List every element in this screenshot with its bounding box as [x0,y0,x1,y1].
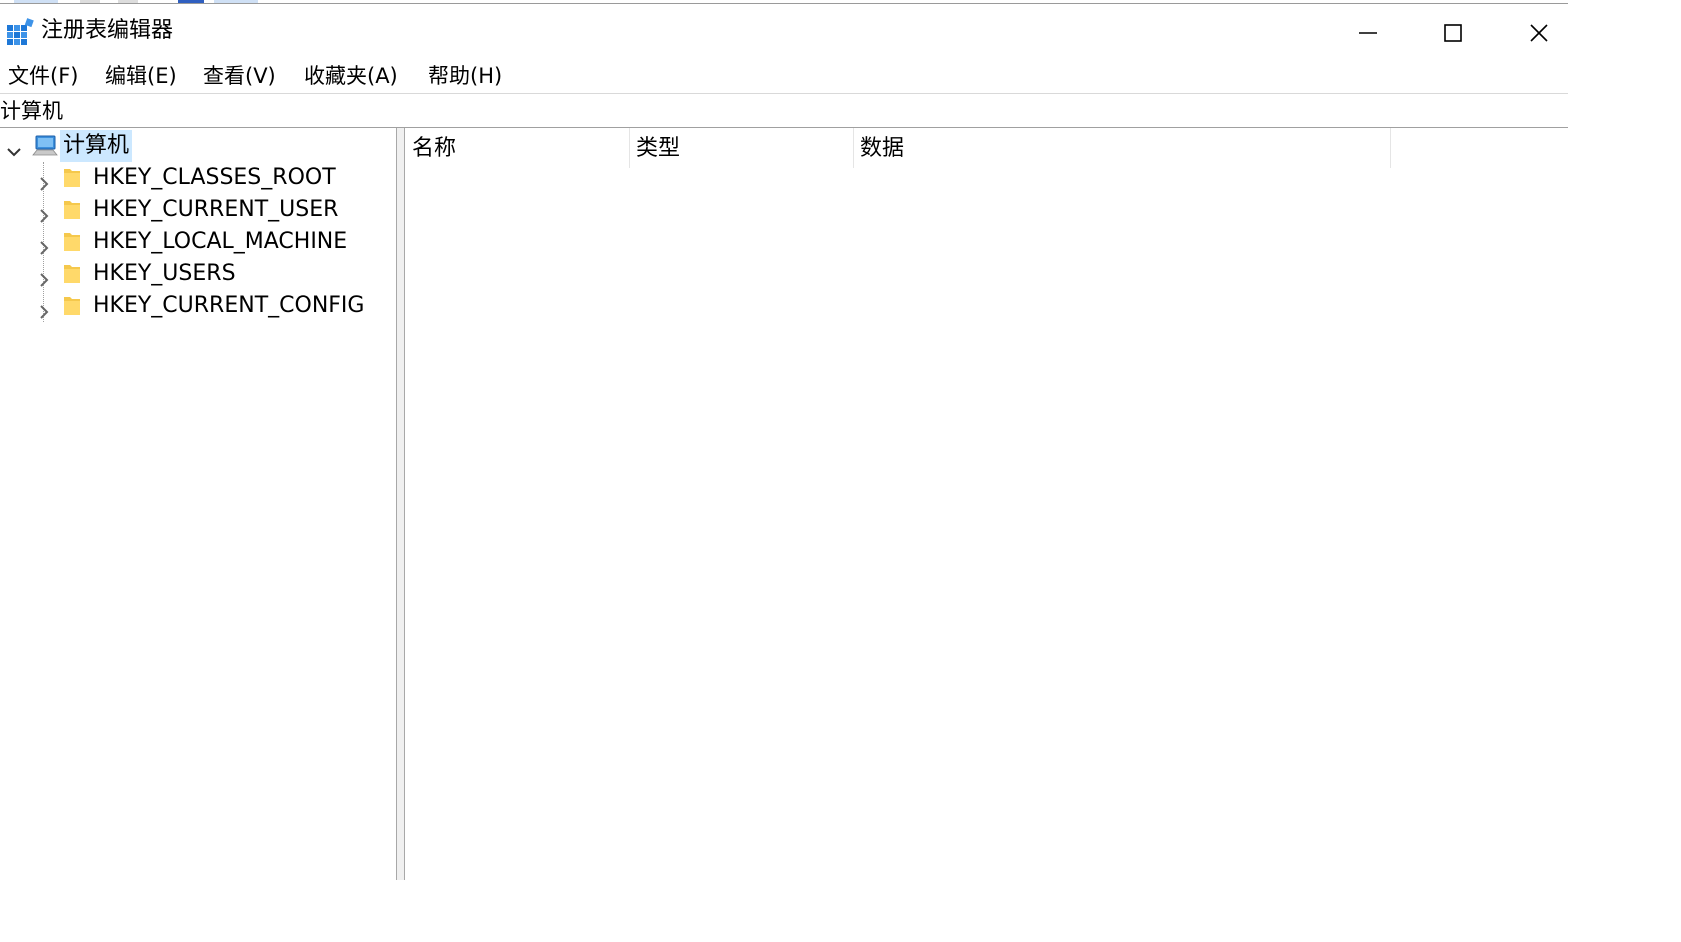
tree-node-label: HKEY_CURRENT_CONFIG [93,293,365,318]
folder-icon [62,262,86,286]
address-path: 计算机 [0,99,63,123]
close-icon [1530,24,1548,42]
strip-chip [80,0,100,3]
chevron-right-icon[interactable] [36,266,52,287]
chevron-right-icon[interactable] [36,170,52,191]
strip-chip [214,0,258,3]
strip-chip [118,0,138,3]
chevron-right-icon[interactable] [36,202,52,223]
tree-node-computer[interactable]: 计算机 [0,130,397,162]
strip-chip [14,0,58,3]
column-header-name[interactable]: 名称 [406,128,630,168]
values-list-pane[interactable]: 名称 类型 数据 [406,128,1568,880]
tree-node-hkcr[interactable]: HKEY_CLASSES_ROOT [0,162,397,194]
menu-view[interactable]: 查看(V) [195,58,284,94]
tree-node-hklm[interactable]: HKEY_LOCAL_MACHINE [0,226,397,258]
tree-node-hku[interactable]: HKEY_USERS [0,258,397,290]
strip-chip [178,0,204,3]
regedit-app-icon [6,16,36,46]
menu-bar: 文件(F) 编辑(E) 查看(V) 收藏夹(A) 帮助(H) [0,58,1568,94]
menu-file[interactable]: 文件(F) [0,58,86,94]
minimize-icon [1359,32,1377,34]
tree-node-hkcu[interactable]: HKEY_CURRENT_USER [0,194,397,226]
folder-icon [62,198,86,222]
menu-favorites[interactable]: 收藏夹(A) [296,58,406,94]
maximize-icon [1444,24,1462,42]
column-header-data[interactable]: 数据 [854,128,1391,168]
menu-edit[interactable]: 编辑(E) [97,58,185,94]
tree-node-label: HKEY_CURRENT_USER [93,197,339,222]
chevron-right-icon[interactable] [36,298,52,319]
computer-icon [32,134,58,158]
tree-node-label: HKEY_USERS [93,261,236,286]
title-bar[interactable]: 注册表编辑器 [0,4,1568,58]
tree-node-label: HKEY_CLASSES_ROOT [93,165,336,190]
column-header-type[interactable]: 类型 [630,128,854,168]
tree-node-label: HKEY_LOCAL_MACHINE [93,229,348,254]
chevron-right-icon[interactable] [36,234,52,255]
tree-node-label: 计算机 [60,130,133,162]
minimize-button[interactable] [1326,8,1410,58]
pane-splitter[interactable] [397,128,405,880]
folder-icon [62,166,86,190]
tree-node-hkcc[interactable]: HKEY_CURRENT_CONFIG [0,290,397,322]
folder-icon [62,230,86,254]
menu-help[interactable]: 帮助(H) [420,58,510,94]
chevron-down-icon[interactable] [6,138,22,157]
key-tree-pane[interactable]: 计算机 HKEY_CLASSES_ROOT HKEY_CURRENT_USER [0,128,397,880]
window-title: 注册表编辑器 [41,18,174,43]
address-bar[interactable]: 计算机 [0,95,1568,128]
registry-editor-window: 注册表编辑器 文件(F) 编辑(E) 查看(V) 收藏夹(A) 帮助(H) 计算… [0,0,1568,880]
maximize-button[interactable] [1411,8,1495,58]
folder-icon [62,294,86,318]
close-button[interactable] [1497,8,1581,58]
